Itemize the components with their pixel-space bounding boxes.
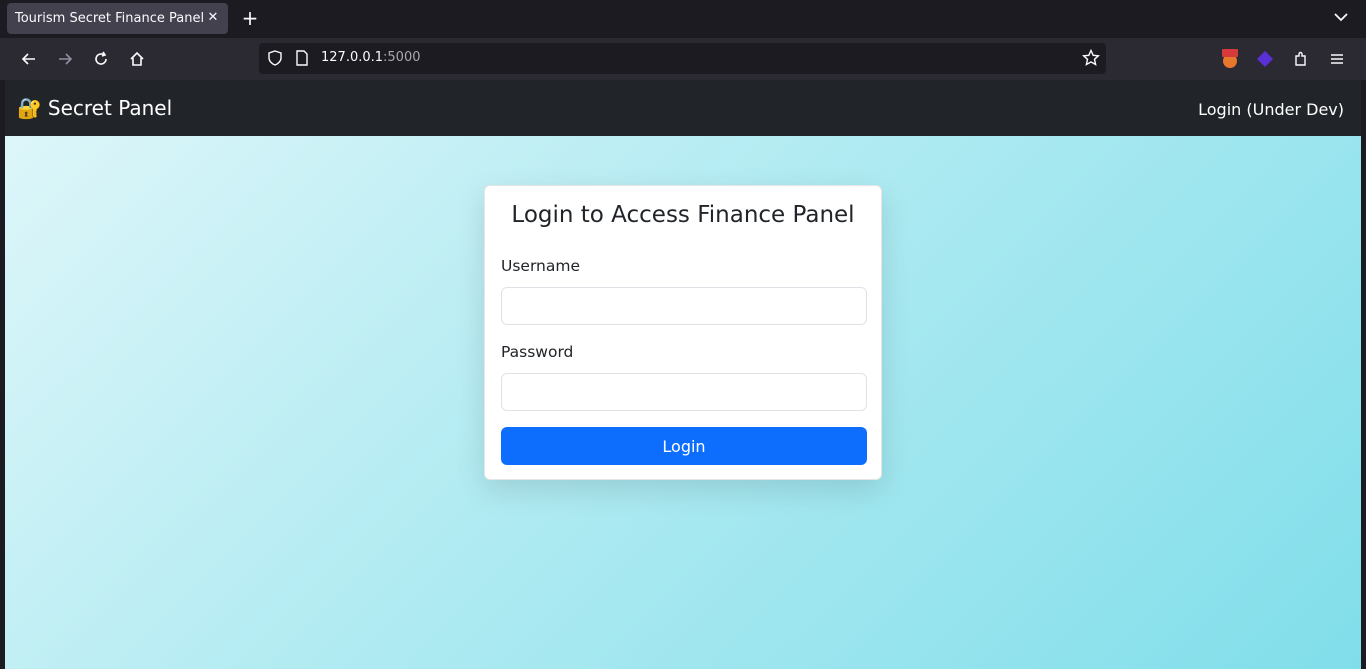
shield-icon[interactable] (267, 50, 283, 70)
tab-title: Tourism Secret Finance Panel (15, 11, 205, 26)
brand-label: Secret Panel (47, 96, 173, 120)
page-icon (295, 50, 309, 70)
url-text[interactable]: 127.0.0.1:5000 (321, 50, 421, 65)
login-nav-link[interactable]: Login (Under Dev) (1198, 100, 1344, 119)
password-label: Password (501, 343, 574, 361)
star-icon[interactable] (1081, 48, 1101, 71)
browser-tab-strip: Tourism Secret Finance Panel ✕ + (0, 0, 1366, 38)
close-icon[interactable]: ✕ (204, 9, 222, 27)
login-card: Login to Access Finance Panel Username P… (484, 185, 882, 480)
username-label: Username (501, 257, 581, 275)
navbar-brand[interactable]: 🔐 Secret Panel (17, 96, 172, 120)
login-button[interactable]: Login (501, 427, 867, 465)
password-input[interactable] (501, 373, 867, 411)
browser-tab[interactable]: Tourism Secret Finance Panel ✕ (7, 3, 228, 34)
browser-toolbar: 127.0.0.1:5000 (0, 38, 1366, 80)
plus-icon[interactable]: + (240, 8, 260, 28)
app-navbar: 🔐 Secret Panel Login (Under Dev) (5, 80, 1361, 136)
window-edge-right (1361, 80, 1366, 669)
reload-icon[interactable] (88, 46, 114, 72)
extensions-puzzle-icon[interactable] (1288, 46, 1314, 72)
lock-key-icon: 🔐 (17, 96, 42, 120)
purple-cube-extension-icon[interactable] (1252, 46, 1278, 72)
home-icon[interactable] (124, 46, 150, 72)
chevron-down-icon[interactable] (1332, 8, 1350, 26)
burp-extension-icon[interactable] (1217, 46, 1243, 72)
forward-arrow-icon[interactable] (52, 46, 78, 72)
back-arrow-icon[interactable] (16, 46, 42, 72)
url-bar[interactable]: 127.0.0.1:5000 (259, 43, 1106, 74)
menu-hamburger-icon[interactable] (1324, 46, 1350, 72)
page-body: 🔐 Secret Panel Login (Under Dev) Login t… (5, 80, 1361, 669)
url-host: 127.0.0.1 (321, 50, 384, 65)
url-port: :5000 (383, 50, 421, 65)
username-input[interactable] (501, 287, 867, 325)
login-title: Login to Access Finance Panel (511, 202, 855, 228)
